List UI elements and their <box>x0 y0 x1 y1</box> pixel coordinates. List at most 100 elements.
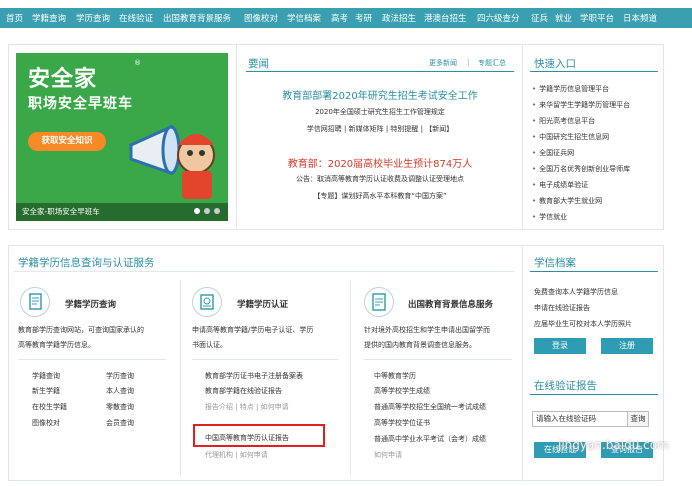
verify-underline <box>530 394 658 395</box>
nav-item-job[interactable]: 就业 <box>555 12 572 24</box>
verify-code-input[interactable]: 请输入在线验证码 <box>532 411 632 427</box>
divider <box>522 245 523 481</box>
link-registration-form[interactable]: 教育部学历证书电子注册备案表 <box>205 371 303 381</box>
watermark: jingyan.baidu.com <box>558 438 669 452</box>
card-desc-line: 提供的国内教育背景调查信息服务。 <box>364 341 476 349</box>
divider <box>180 280 181 475</box>
carousel-dots <box>190 207 220 216</box>
quick-entry-item[interactable]: 教育部大学生就业网 <box>532 196 602 206</box>
document-icon <box>20 287 50 317</box>
quick-entry-item[interactable]: 中国研究生招生信息网 <box>532 132 609 142</box>
topics-link[interactable]: 专题汇总 <box>478 58 506 68</box>
banner-slogan: 职场安全早班车 <box>28 96 133 112</box>
link-freshman[interactable]: 新生学籍 <box>32 386 60 396</box>
quick-entry-item[interactable]: 全国征兵网 <box>532 148 574 158</box>
card-divider <box>18 359 166 360</box>
card-divider <box>192 359 338 360</box>
news-title: 要闻 <box>248 58 269 70</box>
quick-entry-item[interactable]: 学信就业 <box>532 212 567 222</box>
more-news-link[interactable]: 更多新闻 <box>429 58 457 68</box>
highlight-box <box>193 424 325 447</box>
archive-line[interactable]: 免费查询本人学籍学历信息 <box>534 287 618 297</box>
news-sub-2[interactable]: 公告：取消高等教育学历认证收费及调整认证受理地点 <box>246 174 514 184</box>
link-single-query[interactable]: 零散查询 <box>106 402 134 412</box>
card-title-certify: 学籍学历认证 <box>237 300 289 310</box>
banner-cta-button[interactable]: 获取安全知识 <box>28 132 106 151</box>
news-underline <box>246 71 514 72</box>
nav-item-home[interactable]: 首页 <box>6 12 23 24</box>
news-headline-1[interactable]: 教育部部署2020年研究生招生考试安全工作 <box>246 87 514 102</box>
carousel-dot[interactable] <box>194 208 200 214</box>
card-title-query: 学籍学历查询 <box>65 300 117 310</box>
promo-banner[interactable]: 安全家 ® 职场安全早班车 获取安全知识 安全家-职场安全早班车 <box>16 53 228 221</box>
megaphone-mascot-icon <box>129 124 215 199</box>
archive-title: 学信档案 <box>534 257 576 269</box>
nav-item-gaokao[interactable]: 高考 <box>331 12 348 24</box>
link-degree-query[interactable]: 学历查询 <box>106 371 134 381</box>
link-member-query[interactable]: 会员查询 <box>106 418 134 428</box>
link-college-scores[interactable]: 高等学校学生成绩 <box>374 386 430 396</box>
quick-entry-item[interactable]: 来华留学生学籍学历管理平台 <box>532 100 630 110</box>
register-button[interactable]: 注册 <box>601 338 653 354</box>
card-divider <box>364 359 512 360</box>
banner-reg-mark: ® <box>134 59 141 67</box>
link-image-check[interactable]: 图像校对 <box>32 418 60 428</box>
link-self-query[interactable]: 本人查询 <box>106 386 134 396</box>
agency-sub-links[interactable]: 代理机构 | 如何申请 <box>205 450 268 460</box>
verify-title: 在线验证报告 <box>534 380 597 392</box>
quick-entry-item[interactable]: 学籍学历信息管理平台 <box>532 84 609 94</box>
archive-line[interactable]: 申请在线验证报告 <box>534 303 590 313</box>
quick-entry-item[interactable]: 电子成绩单验证 <box>532 180 588 190</box>
link-student-status-query[interactable]: 学籍查询 <box>32 371 60 381</box>
services-underline <box>14 271 514 272</box>
carousel-dot[interactable] <box>214 208 220 214</box>
verify-go-button[interactable]: 查询 <box>627 411 649 427</box>
nav-item-archive[interactable]: 学信档案 <box>287 12 321 24</box>
carousel-dot[interactable] <box>204 208 210 214</box>
news-sub-2b[interactable]: 【专题】谋划好高水平本科教育“中国方案” <box>246 191 514 201</box>
nav-item-army[interactable]: 征兵 <box>531 12 548 24</box>
card-desc-line: 申请高等教育学籍/学历电子认证、学历 <box>192 326 314 334</box>
nav-item-cet[interactable]: 四六级查分 <box>477 12 520 24</box>
services-title: 学籍学历信息查询与认证服务 <box>18 257 155 269</box>
archive-line[interactable]: 应届毕业生可校对本人学历照片 <box>534 319 632 329</box>
link-separator: | <box>467 58 470 66</box>
link-secondary-edu[interactable]: 中等教育学历 <box>374 371 416 381</box>
certificate-icon <box>192 287 222 317</box>
news-sub-1[interactable]: 2020年全国硕士研究生招生工作管理规定 <box>246 107 514 117</box>
nav-item-verify[interactable]: 在线验证 <box>119 12 153 24</box>
quick-underline <box>530 71 658 72</box>
archive-underline <box>530 271 658 272</box>
quick-entry-item[interactable]: 阳光高考信息平台 <box>532 116 595 126</box>
link-current-student[interactable]: 在校生学籍 <box>32 402 67 412</box>
news-headline-2[interactable]: 教育部：2020届高校毕业生预计874万人 <box>246 155 514 170</box>
card-desc-line: 针对境外高校招生和学生申请出国留学而 <box>364 326 490 334</box>
nav-item-career[interactable]: 学职平台 <box>580 12 614 24</box>
report-sub-links[interactable]: 报告介绍 | 特点 | 如何申请 <box>205 402 289 412</box>
nav-item-abroad[interactable]: 出国教育背景服务 <box>163 12 231 24</box>
card-desc-line: 高等教育学籍学历信息。 <box>18 341 95 349</box>
login-button[interactable]: 登录 <box>534 338 586 354</box>
nav-item-student-status[interactable]: 学籍查询 <box>32 12 66 24</box>
report-icon <box>364 287 394 317</box>
card-desc-line: 书面认证。 <box>192 341 227 349</box>
top-nav: 首页 学籍查询 学历查询 在线验证 出国教育背景服务 图像校对 学信档案 高考 … <box>0 8 692 28</box>
quick-entry-item[interactable]: 全国万名优秀创新创业导师库 <box>532 164 630 174</box>
divider <box>522 44 523 230</box>
nav-item-degree[interactable]: 学历查询 <box>76 12 110 24</box>
nav-item-law[interactable]: 政法招生 <box>382 12 416 24</box>
link-gaokao-scores[interactable]: 普通高等学校招生全国统一考试成绩 <box>374 402 486 412</box>
divider <box>236 44 237 230</box>
link-online-verify-report[interactable]: 教育部学籍在线验证报告 <box>205 386 282 396</box>
banner-logo: 安全家 <box>28 67 98 92</box>
news-sub-1b[interactable]: 学信网招聘 | 新媒体矩阵 | 特别提醒 | 【新闻】 <box>246 124 514 134</box>
nav-item-image[interactable]: 图像校对 <box>244 12 278 24</box>
nav-item-japan[interactable]: 日本频道 <box>623 12 657 24</box>
nav-item-kaoyan[interactable]: 考研 <box>355 12 372 24</box>
link-hs-exam-scores[interactable]: 普通高中学业水平考试（会考）成绩 <box>374 434 486 444</box>
card-title-abroad: 出国教育背景信息服务 <box>408 300 494 310</box>
how-to-apply-link[interactable]: 如何申请 <box>374 450 402 460</box>
nav-item-hk[interactable]: 港澳台招生 <box>424 12 467 24</box>
link-degree-cert[interactable]: 高等学校学位证书 <box>374 418 430 428</box>
card-desc-line: 教育部学历查询网站，可查询国家承认的 <box>18 326 144 334</box>
